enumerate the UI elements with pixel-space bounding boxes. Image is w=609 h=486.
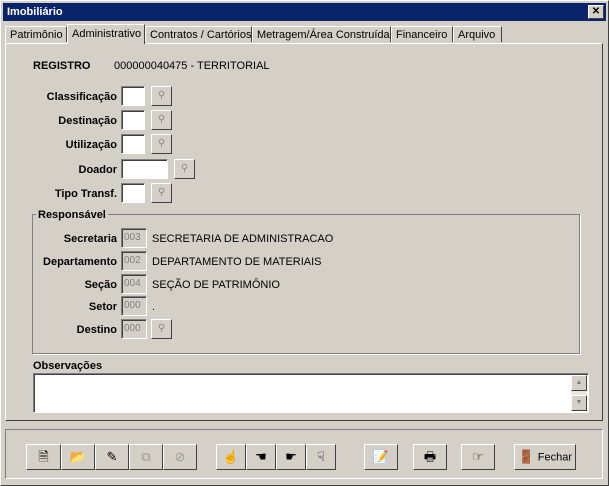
doador-lookup-button[interactable]: ⚲ xyxy=(174,159,195,179)
tab-label: Contratos / Cartórios xyxy=(150,29,252,41)
departamento-label: Departamento xyxy=(43,256,117,268)
observacoes-label: Observações xyxy=(33,360,103,372)
classificacao-label: Classificação xyxy=(46,91,117,103)
setor-name: . xyxy=(152,301,156,313)
close-door-icon: 🚪 xyxy=(517,449,535,464)
first-record-button[interactable]: ☝ xyxy=(216,444,246,470)
key-icon: ⚲ xyxy=(180,163,189,174)
key-icon: ⚲ xyxy=(157,90,166,101)
classificacao-input[interactable] xyxy=(121,86,145,106)
key-icon: ⚲ xyxy=(157,114,166,125)
secretaria-label: Secretaria xyxy=(63,233,117,245)
details-icon: ☞ xyxy=(472,449,484,464)
first-record-icon: ☝ xyxy=(222,449,240,464)
destino-lookup-button[interactable]: ⚲ xyxy=(151,319,172,339)
cancel-icon: ⊘ xyxy=(174,449,186,464)
main-window: Imobiliário ✕ Patrimônio Administrativo … xyxy=(0,0,609,486)
edit-record-button[interactable]: ✎ xyxy=(95,444,129,470)
notes-button[interactable]: 📝 xyxy=(364,444,398,470)
copy-icon: ⧉ xyxy=(141,449,151,464)
setor-label: Setor xyxy=(88,301,117,313)
new-record-button[interactable]: 🗎 xyxy=(26,444,61,470)
tipo-transf-input[interactable] xyxy=(121,183,145,203)
key-icon: ⚲ xyxy=(157,323,166,334)
utilizacao-input[interactable] xyxy=(121,134,145,154)
tab-patrimonio[interactable]: Patrimônio xyxy=(5,26,67,42)
close-icon: ✕ xyxy=(591,6,601,17)
previous-record-button[interactable]: ☚ xyxy=(246,444,276,470)
scroll-up-button[interactable]: ▲ xyxy=(571,375,587,391)
new-record-icon: 🗎 xyxy=(38,449,49,464)
tab-contratos-cartorios[interactable]: Contratos / Cartórios xyxy=(145,26,252,42)
last-record-icon: ☟ xyxy=(317,449,325,464)
last-record-button[interactable]: ☟ xyxy=(306,444,336,470)
notes-icon: 📝 xyxy=(372,449,390,464)
copy-record-button[interactable]: ⧉ xyxy=(129,444,163,470)
details-button[interactable]: ☞ xyxy=(461,444,495,470)
setor-code-input: 000 xyxy=(121,296,147,316)
next-record-button[interactable]: ☛ xyxy=(276,444,306,470)
secretaria-name: SECRETARIA DE ADMINISTRACAO xyxy=(152,233,334,245)
print-icon: 🖶 xyxy=(423,449,437,464)
bottom-toolbar: 🗎 📂 ✎ ⧉ ⊘ ☝ ☚ ☛ ☟ 📝 🖶 ☞ 🚪 Fechar xyxy=(5,429,603,479)
destino-label: Destino xyxy=(76,324,117,336)
cancel-button[interactable]: ⊘ xyxy=(163,444,197,470)
scroll-down-button[interactable]: ▼ xyxy=(571,395,587,411)
destinacao-label: Destinação xyxy=(58,115,117,127)
tab-administrativo[interactable]: Administrativo xyxy=(67,24,145,44)
tab-label: Financeiro xyxy=(396,29,448,41)
key-icon: ⚲ xyxy=(157,138,166,149)
secao-name: SEÇÃO DE PATRIMÔNIO xyxy=(152,279,280,291)
destinacao-input[interactable] xyxy=(121,110,145,130)
registro-value: 000000040475 - TERRITORIAL xyxy=(114,60,270,72)
edit-icon: ✎ xyxy=(106,449,118,464)
next-record-icon: ☛ xyxy=(285,449,297,464)
tab-label: Patrimônio xyxy=(10,29,63,41)
arrow-up-icon: ▲ xyxy=(575,379,583,386)
administrativo-panel: REGISTRO 000000040475 - TERRITORIAL Clas… xyxy=(5,43,603,421)
registro-label: REGISTRO xyxy=(33,60,91,72)
utilizacao-lookup-button[interactable]: ⚲ xyxy=(151,134,172,154)
departamento-code-input: 002 xyxy=(121,251,147,271)
title-bar: Imobiliário ✕ xyxy=(3,3,606,21)
departamento-name: DEPARTAMENTO DE MATERIAIS xyxy=(152,256,322,268)
observacoes-textarea[interactable]: ▲ ▼ xyxy=(33,373,589,413)
fechar-label: Fechar xyxy=(537,451,573,464)
doador-label: Doador xyxy=(78,164,118,176)
fechar-button[interactable]: 🚪 Fechar xyxy=(514,444,576,470)
secretaria-code-input: 003 xyxy=(121,228,147,248)
key-icon: ⚲ xyxy=(157,187,166,198)
classificacao-lookup-button[interactable]: ⚲ xyxy=(151,86,172,106)
previous-record-icon: ☚ xyxy=(255,449,267,464)
doador-input[interactable] xyxy=(121,159,168,179)
open-record-button[interactable]: 📂 xyxy=(61,444,95,470)
tab-label: Administrativo xyxy=(72,28,142,40)
secao-label: Seção xyxy=(84,279,117,291)
open-folder-icon: 📂 xyxy=(69,449,87,464)
tab-label: Arquivo xyxy=(458,29,496,41)
tab-arquivo[interactable]: Arquivo xyxy=(453,26,502,42)
window-title: Imobiliário xyxy=(7,6,63,18)
destino-code-input: 000 xyxy=(121,319,147,339)
destinacao-lookup-button[interactable]: ⚲ xyxy=(151,110,172,130)
close-window-button[interactable]: ✕ xyxy=(588,5,604,19)
print-button[interactable]: 🖶 xyxy=(413,444,447,470)
tab-financeiro[interactable]: Financeiro xyxy=(391,26,453,42)
tipo-transf-label: Tipo Transf. xyxy=(54,188,117,200)
tipo-transf-lookup-button[interactable]: ⚲ xyxy=(151,183,172,203)
observacoes-scrollbar[interactable]: ▲ ▼ xyxy=(571,375,587,411)
tab-metragem-area[interactable]: Metragem/Área Construída xyxy=(252,26,391,42)
responsavel-group-label: Responsável xyxy=(36,209,108,221)
secao-code-input: 004 xyxy=(121,274,147,294)
arrow-down-icon: ▼ xyxy=(575,399,583,406)
tab-label: Metragem/Área Construída xyxy=(257,29,390,41)
utilizacao-label: Utilização xyxy=(65,139,117,151)
